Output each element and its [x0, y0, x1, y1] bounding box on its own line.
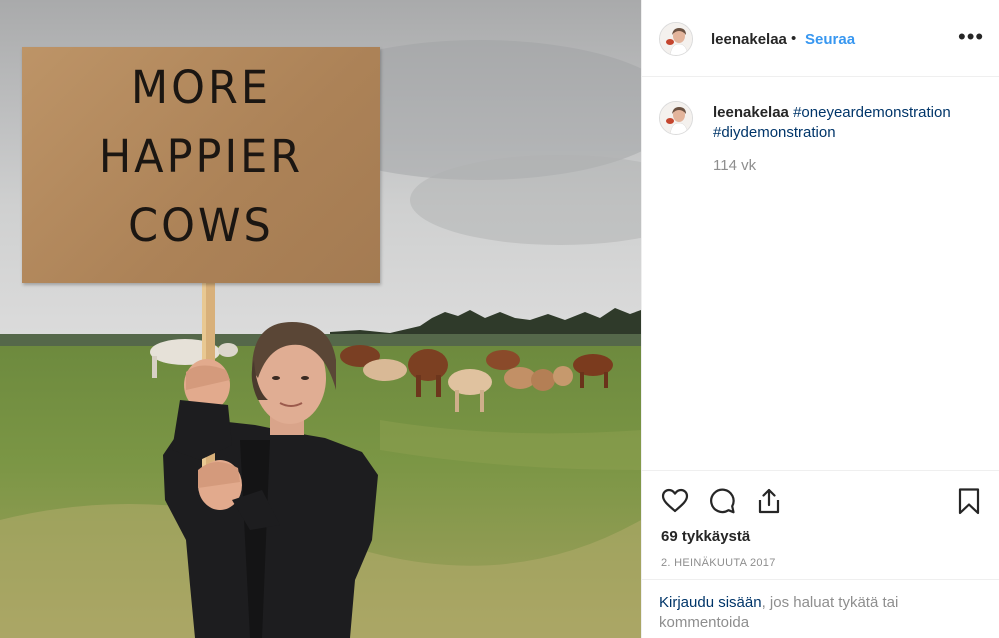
sign-line-3: COWS [128, 199, 274, 253]
avatar-image [660, 23, 692, 55]
protest-sign: MORE HAPPIER COWS [22, 47, 380, 283]
hashtag-link[interactable]: #diydemonstration [713, 124, 836, 141]
header-username[interactable]: leenakelaa [711, 31, 787, 48]
post-date[interactable]: 2. HEINÄKUUTA 2017 [661, 557, 776, 569]
avatar[interactable] [659, 22, 693, 56]
caption-username[interactable]: leenakelaa [713, 104, 789, 121]
post-photo[interactable]: MORE HAPPIER COWS [0, 0, 641, 638]
post-header: leenakelaa • Seuraa ••• [642, 0, 999, 77]
share-icon[interactable] [755, 487, 783, 515]
caption-time-ago: 114 vk [713, 157, 757, 174]
caption-avatar[interactable] [659, 101, 693, 135]
hashtag-link[interactable]: #oneyeardemonstration [793, 104, 951, 121]
post-sidebar: leenakelaa • Seuraa ••• leenakelaa #oney… [641, 0, 999, 638]
header-separator: • [791, 30, 797, 47]
sign-line-1: MORE [131, 61, 271, 115]
login-prompt: Kirjaudu sisään, jos haluat tykätä tai k… [642, 579, 999, 638]
heart-icon[interactable] [661, 487, 689, 515]
post-actions: 69 tykkäystä 2. HEINÄKUUTA 2017 Kirjaudu… [642, 470, 999, 638]
avatar-image [660, 102, 692, 134]
follow-button[interactable]: Seuraa [805, 31, 855, 48]
bookmark-icon[interactable] [955, 487, 983, 515]
likes-count[interactable]: 69 tykkäystä [661, 528, 750, 545]
more-options-icon[interactable]: ••• [958, 24, 984, 50]
sign-line-2: HAPPIER [98, 130, 304, 184]
post-caption: leenakelaa #oneyeardemonstration #diydem… [713, 103, 988, 143]
login-link[interactable]: Kirjaudu sisään [659, 594, 762, 611]
comment-icon[interactable] [708, 487, 736, 515]
